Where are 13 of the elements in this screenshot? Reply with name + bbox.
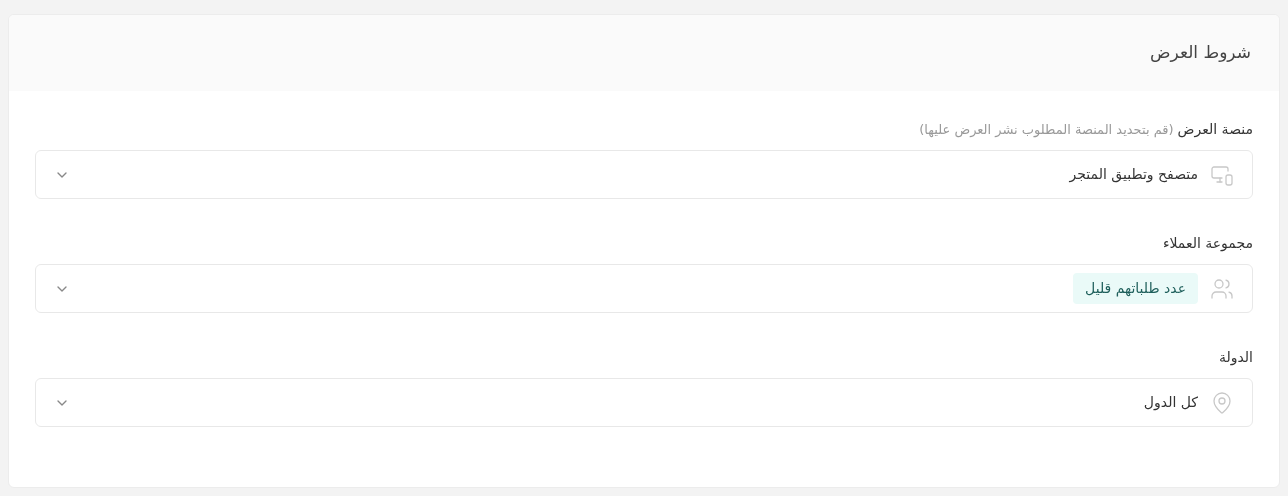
selected-tag: عدد طلباتهم قليل — [1073, 273, 1198, 304]
select-field[interactable]: عدد طلباتهم قليل — [35, 264, 1253, 313]
users-icon — [1210, 276, 1234, 301]
field-label: مجموعة العملاء — [1162, 234, 1253, 254]
select-field[interactable]: متصفح وتطبيق المتجر — [35, 150, 1253, 199]
select-field[interactable]: كل الدول — [35, 378, 1253, 427]
field-hint: (قم بتحديد المنصة المطلوب نشر العرض عليها) — [919, 121, 1174, 140]
map-pin-icon — [1210, 390, 1234, 415]
select-value: متصفح وتطبيق المتجر — [1069, 165, 1198, 185]
field-label: منصة العرض — [1177, 120, 1253, 140]
field-label: الدولة — [1218, 348, 1253, 368]
card-title: شروط العرض — [1150, 41, 1251, 65]
select-value: كل الدول — [1143, 393, 1198, 413]
